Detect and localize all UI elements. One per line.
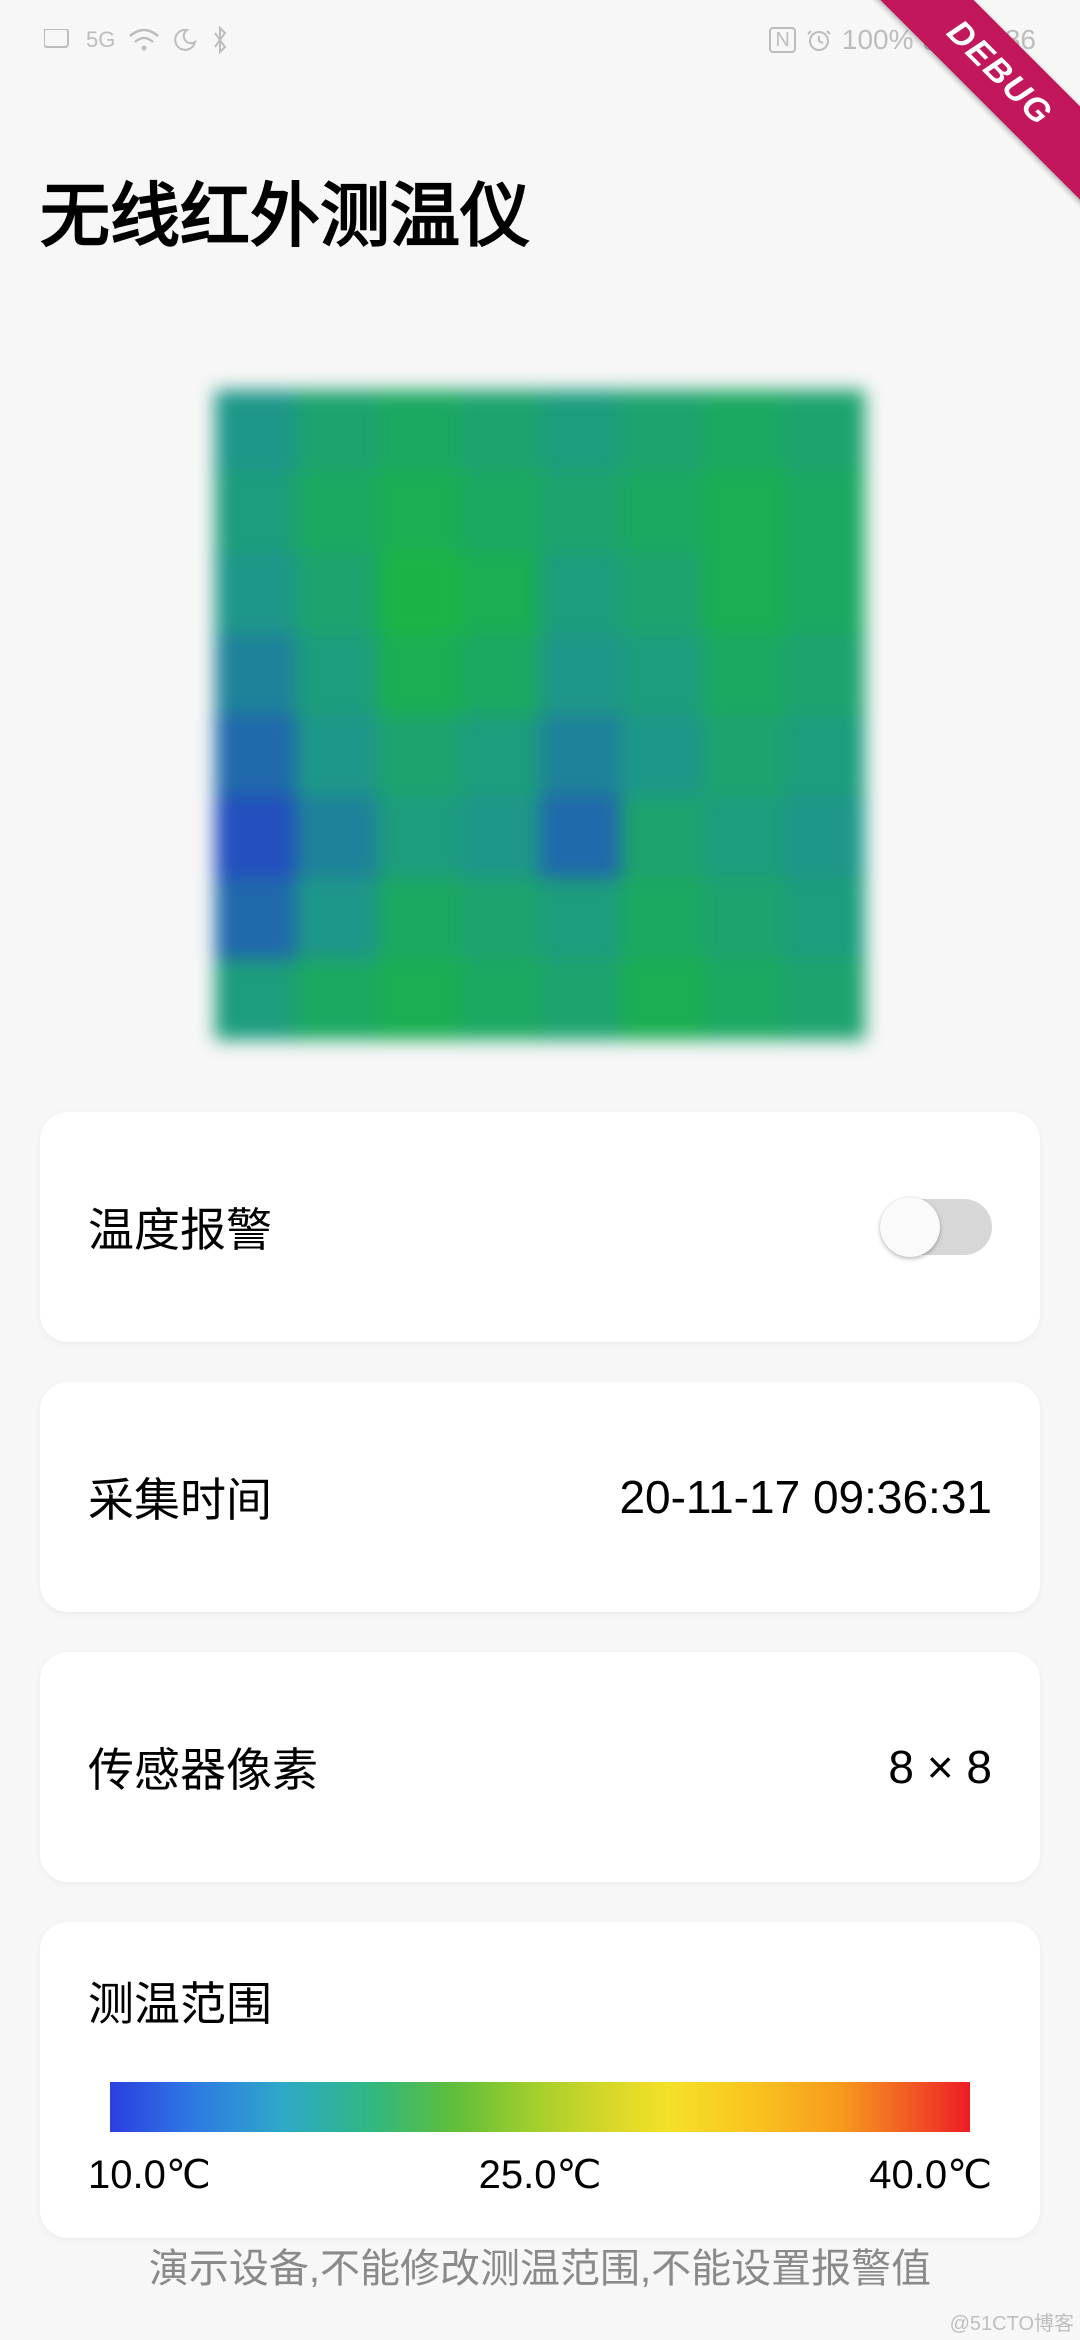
page-title: 无线红外测温仪 xyxy=(40,160,530,261)
status-bar: 5G N 100% 9:36 xyxy=(0,0,1080,80)
wifi-icon xyxy=(129,28,159,52)
range-low: 10.0℃ xyxy=(88,2152,211,2198)
battery-percent: 100% xyxy=(842,24,914,56)
range-label: 测温范围 xyxy=(88,1968,992,2034)
card-capture-time: 采集时间 20-11-17 09:36:31 xyxy=(40,1382,1040,1612)
capture-time-value: 20-11-17 09:36:31 xyxy=(619,1470,992,1524)
sensor-pixels-value: 8 × 8 xyxy=(888,1740,992,1794)
status-time: 9:36 xyxy=(982,24,1037,56)
sensor-pixels-label: 传感器像素 xyxy=(88,1734,318,1800)
card-range: 测温范围 10.0℃ 25.0℃ 40.0℃ xyxy=(40,1922,1040,2238)
cards-container: 温度报警 采集时间 20-11-17 09:36:31 传感器像素 8 × 8 … xyxy=(40,1112,1040,2238)
battery-icon xyxy=(924,28,972,52)
thermal-heatmap xyxy=(0,390,1080,1040)
moon-icon xyxy=(173,28,197,52)
network-label: 5G xyxy=(86,27,115,53)
card-sensor-pixels: 传感器像素 8 × 8 xyxy=(40,1652,1040,1882)
range-gradient xyxy=(110,2082,970,2132)
demo-notice: 演示设备,不能修改测温范围,不能设置报警值 xyxy=(0,2236,1080,2294)
alarm-icon xyxy=(806,27,832,53)
capture-time-label: 采集时间 xyxy=(88,1464,272,1530)
alarm-label: 温度报警 xyxy=(88,1194,272,1260)
range-high: 40.0℃ xyxy=(869,2152,992,2198)
alarm-toggle[interactable] xyxy=(882,1199,992,1255)
sim-icon xyxy=(44,29,72,51)
status-right: N 100% 9:36 xyxy=(769,24,1036,56)
status-left: 5G xyxy=(44,26,229,54)
range-mid: 25.0℃ xyxy=(479,2152,602,2198)
card-alarm: 温度报警 xyxy=(40,1112,1040,1342)
range-scale: 10.0℃ 25.0℃ 40.0℃ xyxy=(88,2152,992,2198)
toggle-knob xyxy=(880,1197,940,1257)
bluetooth-icon xyxy=(211,26,229,54)
source-watermark: @51CTO博客 xyxy=(950,2307,1074,2336)
nfc-icon: N xyxy=(769,27,795,53)
